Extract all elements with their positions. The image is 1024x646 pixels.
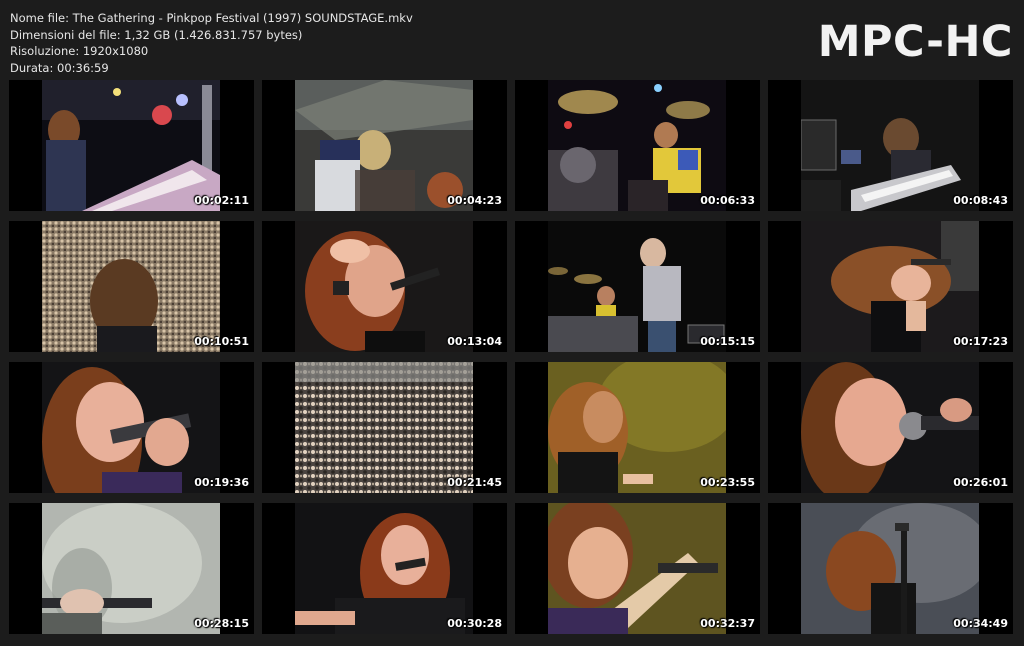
thumbnail-1: 00:02:11 <box>9 80 254 211</box>
timestamp: 00:04:23 <box>447 194 502 207</box>
file-resolution: Risoluzione: 1920x1080 <box>10 44 149 58</box>
file-name: Nome file: The Gathering - Pinkpop Festi… <box>10 11 413 25</box>
video-frame <box>801 80 979 211</box>
thumbnail-14: 00:30:28 <box>262 503 507 634</box>
thumbnail-7: 00:15:15 <box>515 221 760 352</box>
timestamp: 00:30:28 <box>447 617 502 630</box>
file-size: Dimensioni del file: 1,32 GB (1.426.831.… <box>10 27 303 42</box>
timestamp: 00:32:37 <box>700 617 755 630</box>
video-frame <box>548 362 726 493</box>
video-frame <box>295 221 473 352</box>
video-frame <box>548 503 726 634</box>
timestamp: 00:06:33 <box>700 194 755 207</box>
video-frame <box>42 362 220 493</box>
thumbnail-6: 00:13:04 <box>262 221 507 352</box>
timestamp: 00:28:15 <box>194 617 249 630</box>
timestamp: 00:23:55 <box>700 476 755 489</box>
video-frame <box>801 221 979 352</box>
thumbnail-grid: 00:02:11 00:04:23 00:06:33 00:08:43 00:1… <box>9 80 1017 636</box>
thumbnail-15: 00:32:37 <box>515 503 760 634</box>
mpc-hc-logo: MPC-HC <box>817 17 1013 67</box>
thumbnail-4: 00:08:43 <box>768 80 1013 211</box>
timestamp: 00:08:43 <box>953 194 1008 207</box>
thumbnail-12: 00:26:01 <box>768 362 1013 493</box>
timestamp: 00:17:23 <box>953 335 1008 348</box>
video-frame <box>548 221 726 352</box>
timestamp: 00:15:15 <box>700 335 755 348</box>
thumbnail-8: 00:17:23 <box>768 221 1013 352</box>
thumbnail-11: 00:23:55 <box>515 362 760 493</box>
thumbnail-9: 00:19:36 <box>9 362 254 493</box>
thumbnail-10: 00:21:45 <box>262 362 507 493</box>
thumbnail-16: 00:34:49 <box>768 503 1013 634</box>
video-frame <box>295 503 473 634</box>
file-duration: Durata: 00:36:59 <box>10 60 109 75</box>
timestamp: 00:13:04 <box>447 335 502 348</box>
thumbnail-5: 00:10:51 <box>9 221 254 352</box>
timestamp: 00:02:11 <box>194 194 249 207</box>
video-frame <box>801 503 979 634</box>
video-frame <box>42 503 220 634</box>
thumbnail-3: 00:06:33 <box>515 80 760 211</box>
timestamp: 00:26:01 <box>953 476 1008 489</box>
thumbnail-2: 00:04:23 <box>262 80 507 211</box>
video-frame <box>295 80 473 211</box>
video-frame <box>548 80 726 211</box>
timestamp: 00:21:45 <box>447 476 502 489</box>
thumbnail-13: 00:28:15 <box>9 503 254 634</box>
timestamp: 00:34:49 <box>953 617 1008 630</box>
timestamp: 00:19:36 <box>194 476 249 489</box>
video-frame <box>42 221 220 352</box>
video-frame <box>801 362 979 493</box>
file-info: Nome file: The Gathering - Pinkpop Festi… <box>10 10 413 76</box>
video-frame <box>295 362 473 493</box>
timestamp: 00:10:51 <box>194 335 249 348</box>
video-frame <box>42 80 220 211</box>
